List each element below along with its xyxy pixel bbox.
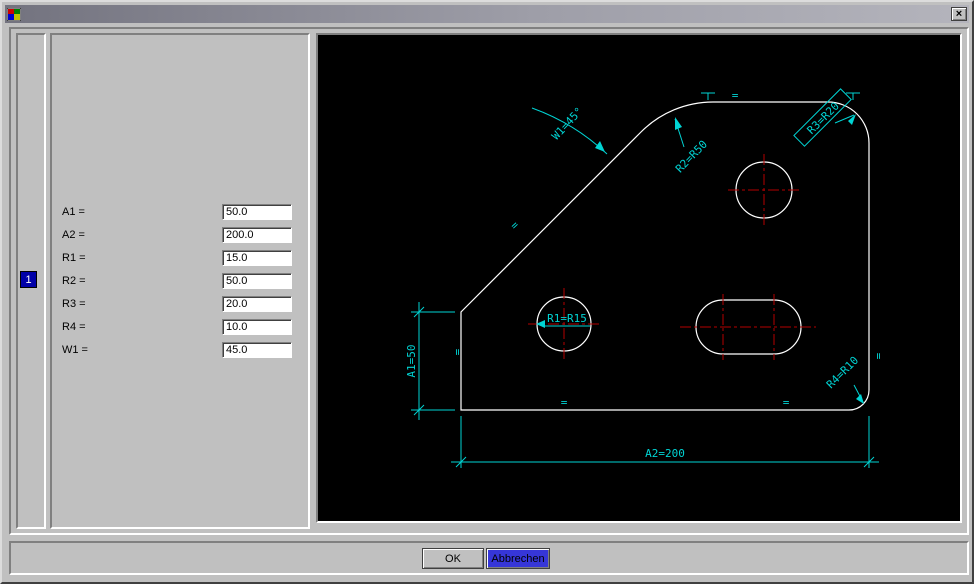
dim-w1: W1=45° (549, 105, 586, 143)
dimension-lines (411, 108, 879, 468)
param-row-r2: R2 = (62, 269, 302, 292)
eq-mark-bottom-left: = (561, 396, 568, 409)
app-icon (7, 8, 21, 21)
dim-r3: R3=R20 (805, 100, 842, 137)
dimension-arrows (536, 114, 864, 404)
button-bar: OK Abbrechen (9, 541, 969, 575)
constraint-marks: = = = = = = (451, 89, 885, 409)
param-input-r1[interactable] (222, 250, 292, 266)
eq-mark-right-edge: = (872, 353, 885, 360)
cad-preview-panel: A1=50 A2=200 W1=45° R2=R50 R3=R20 R4=R10… (316, 33, 962, 523)
dialog-window: { "titlebar": { "title": "", "close": "×… (0, 0, 974, 584)
param-input-r3[interactable] (222, 296, 292, 312)
param-row-a1: A1 = (62, 200, 302, 223)
eq-mark-top: = (732, 89, 739, 102)
close-button[interactable]: × (951, 7, 967, 21)
param-label-r4: R4 = (62, 321, 222, 333)
dim-r2: R2=R50 (673, 138, 710, 176)
dim-r4: R4=R10 (824, 354, 861, 391)
param-row-r3: R3 = (62, 292, 302, 315)
tangency-marks (701, 93, 860, 100)
titlebar: × (5, 5, 969, 23)
eq-mark-slant: = (508, 218, 522, 232)
param-label-r2: R2 = (62, 275, 222, 287)
variant-selector-panel: 1 (16, 33, 46, 529)
main-frame: 1 A1 = A2 = R1 = R2 = R3 = (9, 27, 969, 535)
param-input-a2[interactable] (222, 227, 292, 243)
parameters-panel: A1 = A2 = R1 = R2 = R3 = R4 = (50, 33, 310, 529)
param-label-r1: R1 = (62, 252, 222, 264)
plate-outline (461, 102, 869, 410)
center-marks (528, 154, 816, 360)
param-input-a1[interactable] (222, 204, 292, 220)
parameter-rows: A1 = A2 = R1 = R2 = R3 = R4 = (62, 200, 302, 361)
param-label-a2: A2 = (62, 229, 222, 241)
param-row-w1: W1 = (62, 338, 302, 361)
param-row-r1: R1 = (62, 246, 302, 269)
param-row-r4: R4 = (62, 315, 302, 338)
cancel-button[interactable]: Abbrechen (486, 548, 550, 569)
variant-item-1[interactable]: 1 (20, 271, 37, 288)
dim-r3-boxed: R3=R20 (794, 89, 851, 146)
dimension-labels: A1=50 A2=200 W1=45° R2=R50 R3=R20 R4=R10… (405, 89, 861, 460)
eq-mark-bottom-right: = (783, 396, 790, 409)
param-input-w1[interactable] (222, 342, 292, 358)
param-row-a2: A2 = (62, 223, 302, 246)
dim-a2: A2=200 (645, 447, 685, 460)
param-input-r2[interactable] (222, 273, 292, 289)
param-input-r4[interactable] (222, 319, 292, 335)
dim-a1: A1=50 (405, 344, 418, 377)
dim-r1: R1=R15 (547, 312, 587, 325)
param-label-w1: W1 = (62, 344, 222, 356)
eq-mark-left-edge: = (451, 349, 464, 356)
cad-preview-canvas: A1=50 A2=200 W1=45° R2=R50 R3=R20 R4=R10… (318, 35, 960, 521)
param-label-a1: A1 = (62, 206, 222, 218)
param-label-r3: R3 = (62, 298, 222, 310)
ok-button[interactable]: OK (422, 548, 484, 569)
